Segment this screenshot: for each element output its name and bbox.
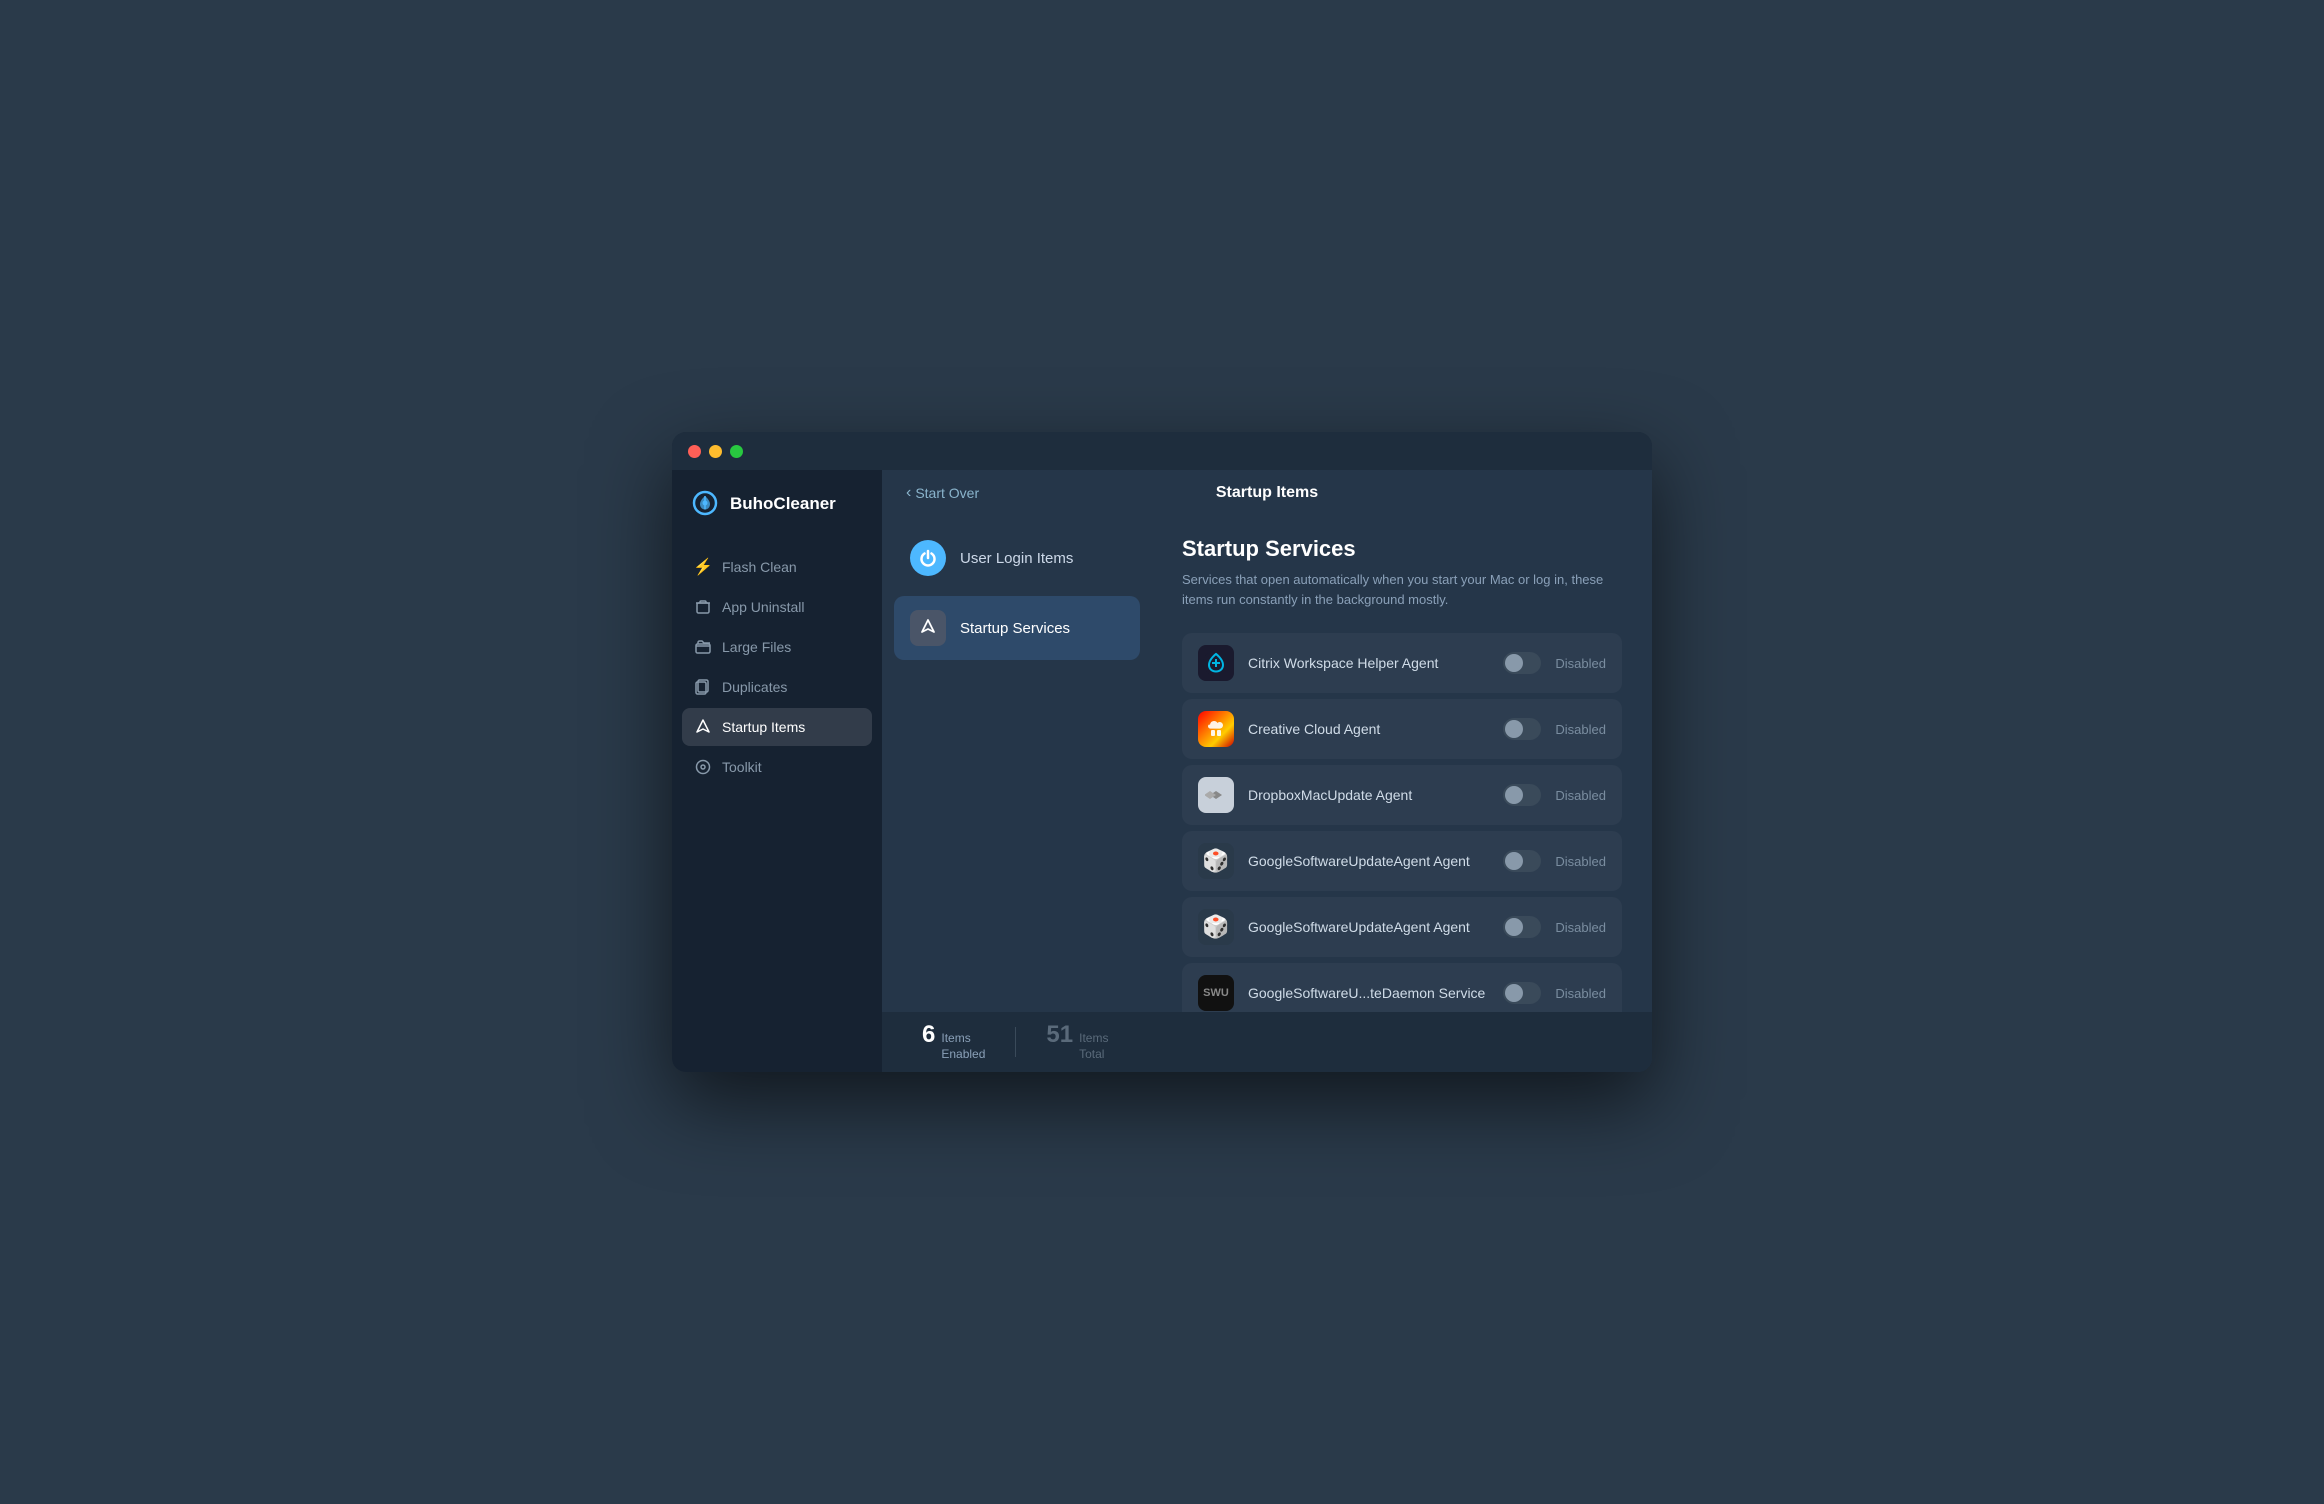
google2-icon: 🎲 [1198, 909, 1234, 945]
back-chevron-icon: ‹ [906, 484, 911, 502]
app-logo-icon [692, 490, 720, 518]
sidebar-item-duplicates[interactable]: Duplicates [682, 668, 872, 706]
sidebar-item-startup-items[interactable]: Startup Items [682, 708, 872, 746]
top-bar: ‹ Start Over Startup Items [882, 470, 1652, 516]
panel-item-user-login[interactable]: User Login Items [894, 526, 1140, 590]
service-name: DropboxMacUpdate Agent [1248, 787, 1489, 803]
large-files-icon [694, 638, 712, 656]
back-button[interactable]: ‹ Start Over [906, 484, 979, 502]
total-count: 51 [1046, 1021, 1073, 1049]
sidebar: BuhoCleaner ⚡ Flash Clean App Unins [672, 470, 882, 1072]
total-label-items: Items [1079, 1031, 1108, 1047]
toggle-label: Disabled [1551, 788, 1606, 803]
citrix-icon [1198, 645, 1234, 681]
creative-cloud-icon [1198, 711, 1234, 747]
footer-total-stat: 51 Items Total [1016, 1021, 1138, 1062]
large-files-label: Large Files [722, 639, 791, 655]
service-list: Citrix Workspace Helper Agent Disabled [1182, 633, 1622, 1012]
app-layout: BuhoCleaner ⚡ Flash Clean App Unins [672, 470, 1652, 1072]
toggle-area: Disabled [1503, 850, 1606, 872]
app-uninstall-icon [694, 598, 712, 616]
table-row: SWU GoogleSoftwareU...teDaemon Service D… [1182, 963, 1622, 1012]
toggle-label: Disabled [1551, 722, 1606, 737]
app-window: BuhoCleaner ⚡ Flash Clean App Unins [672, 432, 1652, 1072]
toggle-label: Disabled [1551, 920, 1606, 935]
toggle-area: Disabled [1503, 718, 1606, 740]
close-button[interactable] [688, 445, 701, 458]
nav-items: ⚡ Flash Clean App Uninstall [672, 548, 882, 786]
logo-area: BuhoCleaner [672, 490, 882, 548]
maximize-button[interactable] [730, 445, 743, 458]
toggle-area: Disabled [1503, 652, 1606, 674]
left-panel: User Login Items Startup Services [882, 516, 1152, 1012]
enabled-label-items: Items [941, 1031, 985, 1047]
table-row: 🎲 GoogleSoftwareUpdateAgent Agent Disabl… [1182, 831, 1622, 891]
flash-clean-label: Flash Clean [722, 559, 797, 575]
section-title: Startup Services [1182, 536, 1622, 562]
toggle-label: Disabled [1551, 986, 1606, 1001]
main-content: ‹ Start Over Startup Items [882, 470, 1652, 1072]
table-row: 🎲 GoogleSoftwareUpdateAgent Agent Disabl… [1182, 897, 1622, 957]
page-title: Startup Items [1216, 484, 1318, 502]
footer-enabled-stat: 6 Items Enabled [922, 1021, 1015, 1062]
back-label: Start Over [915, 485, 979, 501]
duplicates-label: Duplicates [722, 679, 787, 695]
toolkit-label: Toolkit [722, 759, 762, 775]
enabled-label-enabled: Enabled [941, 1047, 985, 1063]
service-name: GoogleSoftwareU...teDaemon Service [1248, 985, 1489, 1001]
toolkit-icon [694, 758, 712, 776]
sidebar-item-flash-clean[interactable]: ⚡ Flash Clean [682, 548, 872, 586]
section-desc: Services that open automatically when yo… [1182, 570, 1622, 609]
sidebar-item-large-files[interactable]: Large Files [682, 628, 872, 666]
footer-bar: 6 Items Enabled 51 Items Total [882, 1012, 1652, 1072]
table-row: DropboxMacUpdate Agent Disabled [1182, 765, 1622, 825]
startup-services-icon [910, 610, 946, 646]
total-label-total: Total [1079, 1047, 1108, 1063]
panel-item-startup-services[interactable]: Startup Services [894, 596, 1140, 660]
table-row: Citrix Workspace Helper Agent Disabled [1182, 633, 1622, 693]
startup-items-icon [694, 718, 712, 736]
flash-clean-icon: ⚡ [694, 558, 712, 576]
app-uninstall-label: App Uninstall [722, 599, 805, 615]
startup-items-label: Startup Items [722, 719, 805, 735]
toggle-google1[interactable] [1503, 850, 1541, 872]
sidebar-item-toolkit[interactable]: Toolkit [682, 748, 872, 786]
toggle-creative-cloud[interactable] [1503, 718, 1541, 740]
minimize-button[interactable] [709, 445, 722, 458]
sidebar-item-app-uninstall[interactable]: App Uninstall [682, 588, 872, 626]
toggle-area: Disabled [1503, 916, 1606, 938]
startup-services-label: Startup Services [960, 620, 1070, 637]
user-login-icon [910, 540, 946, 576]
table-row: Creative Cloud Agent Disabled [1182, 699, 1622, 759]
toggle-area: Disabled [1503, 982, 1606, 1004]
right-panel: Startup Services Services that open auto… [1152, 516, 1652, 1012]
service-name: Citrix Workspace Helper Agent [1248, 655, 1489, 671]
enabled-count: 6 [922, 1021, 935, 1049]
toggle-google2[interactable] [1503, 916, 1541, 938]
service-name: Creative Cloud Agent [1248, 721, 1489, 737]
title-bar [672, 432, 1652, 470]
toggle-dropbox[interactable] [1503, 784, 1541, 806]
content-area: User Login Items Startup Services Startu… [882, 516, 1652, 1012]
user-login-label: User Login Items [960, 550, 1073, 567]
service-name: GoogleSoftwareUpdateAgent Agent [1248, 853, 1489, 869]
google-daemon-icon: SWU [1198, 975, 1234, 1011]
service-name: GoogleSoftwareUpdateAgent Agent [1248, 919, 1489, 935]
toggle-area: Disabled [1503, 784, 1606, 806]
google-icon: 🎲 [1198, 843, 1234, 879]
toggle-label: Disabled [1551, 854, 1606, 869]
app-name: BuhoCleaner [730, 494, 836, 514]
toggle-label: Disabled [1551, 656, 1606, 671]
toggle-google-daemon[interactable] [1503, 982, 1541, 1004]
dropbox-icon [1198, 777, 1234, 813]
duplicates-icon [694, 678, 712, 696]
toggle-citrix[interactable] [1503, 652, 1541, 674]
